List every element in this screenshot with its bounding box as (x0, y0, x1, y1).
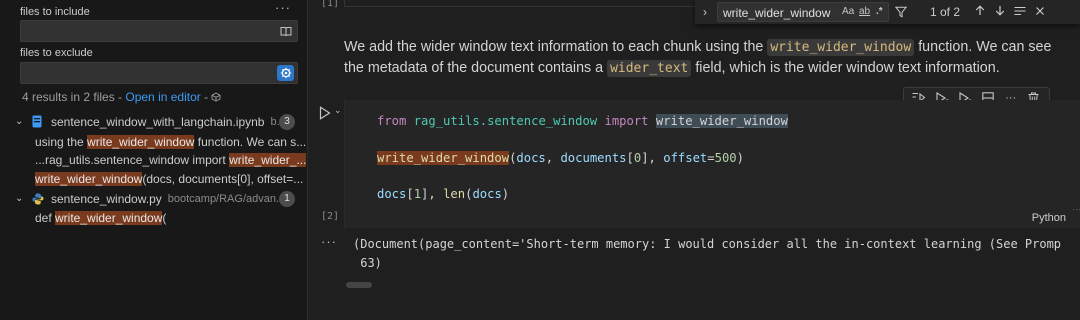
files-to-include-input[interactable] (25, 24, 269, 38)
match-highlight: write_wider_... (229, 152, 307, 167)
arrow-up-icon[interactable] (970, 5, 990, 19)
match-line[interactable]: def write_wider_window( (0, 208, 307, 227)
open-in-editor-icon[interactable] (211, 92, 221, 102)
execution-count: [2] (321, 211, 340, 222)
markdown-cell-text[interactable]: We add the wider window text information… (344, 37, 1066, 79)
match-line[interactable]: ...rag_utils.sentence_window import writ… (0, 150, 307, 169)
files-to-exclude-input[interactable] (25, 66, 269, 80)
chevron-down-icon[interactable]: ⌄ (15, 116, 25, 127)
python-file-icon (32, 192, 44, 205)
search-only-open-editors-icon[interactable] (277, 23, 294, 39)
find-widget: › Aa ab .* 1 of 2 (695, 0, 1080, 24)
match-count-badge: 3 (279, 113, 295, 130)
chevron-down-icon[interactable]: ⌄ (15, 193, 25, 204)
files-to-include-field[interactable] (20, 20, 298, 42)
arrow-down-icon[interactable] (990, 5, 1010, 19)
toggle-replace-chevron-icon[interactable]: › (695, 5, 715, 19)
close-icon[interactable] (1030, 5, 1050, 19)
cell-output: (Document(page_content='Short-term memor… (353, 237, 1062, 270)
run-cell-play-icon[interactable] (319, 106, 333, 120)
match-line[interactable]: write_wider_window(docs, documents[0], o… (0, 169, 307, 188)
result-file-row[interactable]: ⌄ sentence_window_with_langchain.ipynb b… (0, 112, 307, 131)
find-match-highlight: write_wider_window (377, 151, 510, 165)
find-input[interactable] (723, 6, 835, 20)
find-match-count: 1 of 2 (930, 5, 961, 19)
code-line-2[interactable]: write_wider_window(docs, documents[0], o… (377, 151, 744, 165)
match-highlight: write_wider_window (55, 210, 163, 225)
inline-code: write_wider_window (767, 39, 915, 56)
match-highlight: write_wider_window (87, 134, 195, 149)
match-line[interactable]: using the write_wider_window function. W… (0, 132, 307, 151)
execution-count: [1] (321, 0, 340, 9)
results-summary: 4 results in 2 files - Open in editor - (22, 90, 221, 104)
match-highlight: write_wider_window (35, 171, 143, 186)
output-horizontal-scrollbar[interactable] (346, 282, 372, 288)
files-to-exclude-label: files to exclude (20, 47, 93, 59)
notebook-file-icon (32, 115, 44, 128)
code-cell-editor[interactable]: from rag_utils.sentence_window import wr… (344, 100, 1080, 228)
open-in-editor-link[interactable]: Open in editor (125, 90, 200, 104)
files-to-exclude-field[interactable] (20, 62, 298, 84)
find-input-box[interactable]: Aa ab .* (717, 2, 889, 22)
notebook-editor: [1] › Aa ab .* 1 of 2 We add the wider w… (309, 0, 1080, 320)
cell-language-selector[interactable]: Python (1032, 212, 1066, 224)
files-to-include-label: files to include (20, 6, 90, 18)
find-in-selection-icon[interactable] (1010, 5, 1030, 19)
match-case-icon[interactable]: Aa (842, 6, 854, 17)
run-options-chevron-down-icon[interactable]: ⌄ (334, 105, 342, 116)
more-actions-icon[interactable]: ··· (275, 0, 291, 15)
search-panel: ··· files to include files to exclude 4 … (0, 0, 308, 320)
match-whole-word-icon[interactable]: ab (859, 6, 870, 17)
result-file-name: sentence_window.py (51, 191, 162, 206)
result-file-name: sentence_window_with_langchain.ipynb (51, 114, 265, 129)
use-exclude-settings-icon[interactable] (277, 65, 294, 81)
filter-icon[interactable] (892, 6, 910, 18)
output-actions-icon[interactable]: ··· (321, 234, 337, 249)
find-match-highlight: write_wider_window (655, 114, 788, 128)
use-regex-icon[interactable]: .* (876, 6, 883, 17)
match-count-badge: 1 (279, 190, 295, 207)
code-line-1[interactable]: from rag_utils.sentence_window import wr… (377, 114, 788, 128)
result-file-row[interactable]: ⌄ sentence_window.py bootcamp/RAG/advan.… (0, 189, 307, 208)
code-line-3[interactable]: docs[1], len(docs) (377, 187, 509, 201)
result-file-path: bootcamp/RAG/advan... (167, 192, 286, 205)
inline-code: wider_text (607, 60, 692, 77)
scroll-overflow-indicator: ⋯ (1072, 204, 1080, 214)
